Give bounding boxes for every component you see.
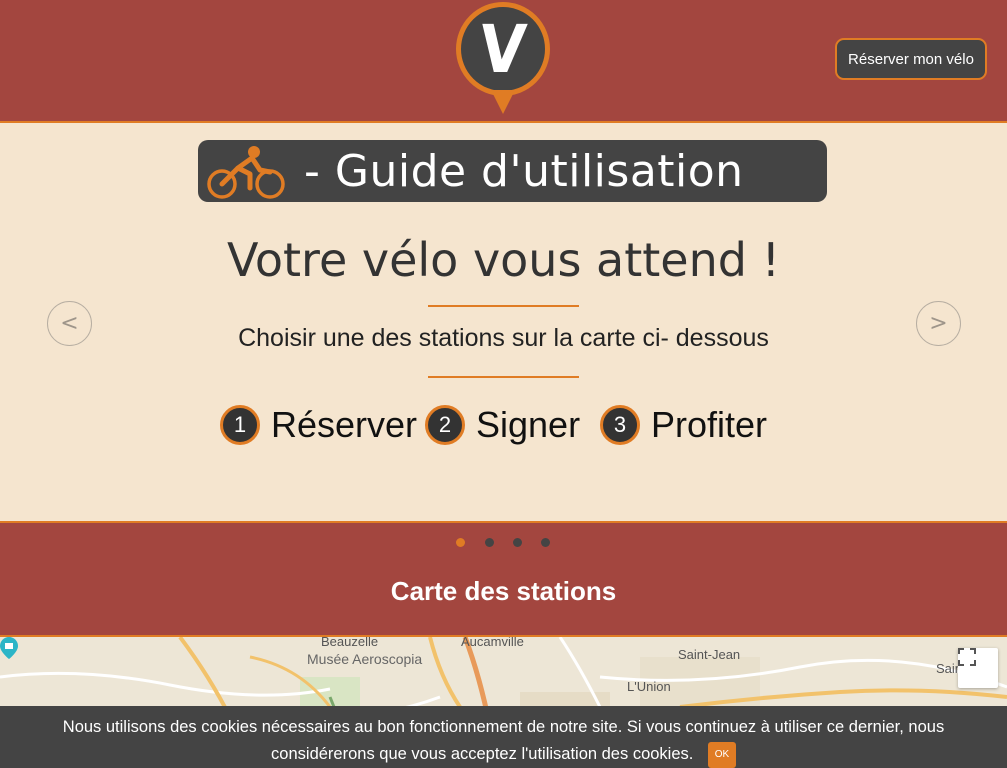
- site-logo[interactable]: V: [453, 0, 553, 120]
- steps-list: 1 Réserver 2 Signer 3 Profiter: [0, 401, 1007, 449]
- bicycle-icon: [207, 146, 285, 199]
- cookie-message: Nous utilisons des cookies nécessaires a…: [20, 714, 987, 768]
- carousel-dot-1[interactable]: [456, 538, 465, 547]
- step-enjoy: 3 Profiter: [600, 401, 767, 449]
- carousel-dot-2[interactable]: [485, 538, 494, 547]
- step-label: Signer: [476, 404, 581, 445]
- map-label-lunion: L'Union: [627, 679, 671, 694]
- carousel-dot-3[interactable]: [513, 538, 522, 547]
- map-label-musee: Musée Aeroscopia: [307, 651, 423, 667]
- guide-carousel: - Guide d'utilisation Votre vélo vous at…: [0, 121, 1007, 523]
- slide-title: Votre vélo vous attend !: [226, 233, 781, 287]
- cookie-line-1: Nous utilisons des cookies nécessaires a…: [62, 718, 945, 736]
- logo-circle: V: [456, 2, 550, 96]
- stations-title: Carte des stations: [390, 576, 617, 606]
- step-label: Réserver: [271, 404, 418, 445]
- logo-pin-icon: [491, 90, 515, 114]
- slide-divider-bottom: [428, 376, 579, 378]
- cookie-line-2: considérerons que vous acceptez l'utilis…: [271, 745, 694, 763]
- step-number: 3: [600, 405, 640, 445]
- step-number: 2: [425, 405, 465, 445]
- guide-title-bar: - Guide d'utilisation: [198, 140, 827, 202]
- map-label-beauzelle: Beauzelle: [321, 637, 379, 649]
- step-sign: 2 Signer: [425, 401, 580, 449]
- cookie-banner: Nous utilisons des cookies nécessaires a…: [0, 706, 1007, 768]
- map-label-aucamville: Aucamville: [461, 637, 524, 649]
- slide-divider-top: [428, 305, 579, 307]
- map-fullscreen-button[interactable]: [958, 648, 998, 688]
- stations-section-header: Carte des stations: [0, 523, 1007, 637]
- guide-title: - Guide d'utilisation: [304, 145, 744, 197]
- fullscreen-icon: [958, 648, 976, 666]
- step-reserve: 1 Réserver: [220, 401, 417, 449]
- map-label-saint-jean: Saint-Jean: [678, 647, 741, 662]
- slide-subtitle: Choisir une des stations sur la carte ci…: [238, 324, 769, 352]
- carousel-dot-4[interactable]: [541, 538, 550, 547]
- logo-letter: V: [476, 11, 530, 88]
- cookie-ok-button[interactable]: OK: [707, 741, 736, 768]
- museum-pin-icon[interactable]: [0, 637, 18, 659]
- step-label: Profiter: [651, 404, 768, 445]
- carousel-next-button[interactable]: >: [916, 301, 961, 346]
- step-number: 1: [220, 405, 260, 445]
- reserve-bike-button[interactable]: Réserver mon vélo: [835, 38, 987, 80]
- chevron-right-icon: >: [929, 311, 948, 336]
- carousel-prev-button[interactable]: <: [47, 301, 92, 346]
- site-header: V Réserver mon vélo: [0, 0, 1007, 121]
- chevron-left-icon: <: [60, 311, 79, 336]
